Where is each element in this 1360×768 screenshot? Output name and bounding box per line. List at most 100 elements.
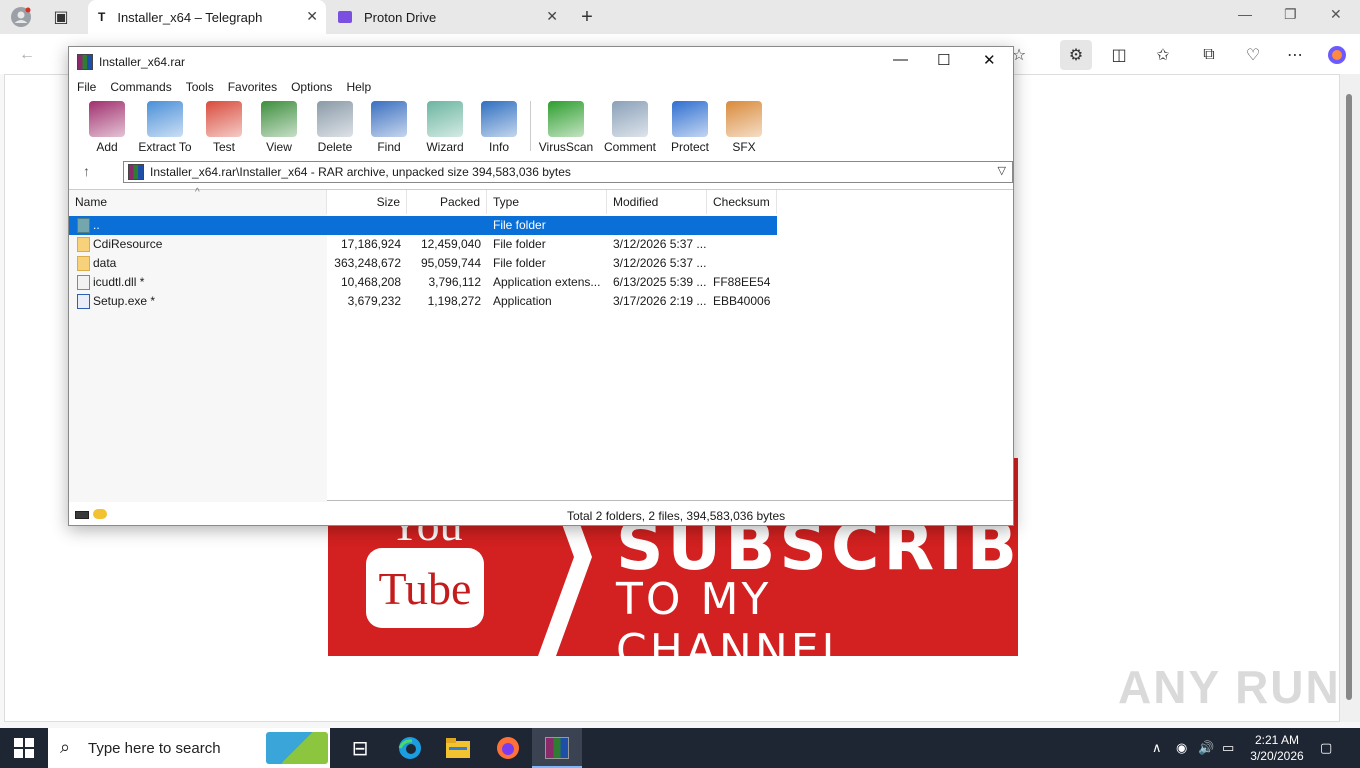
notification-icon[interactable]: ▢ xyxy=(1320,740,1332,756)
winrar-titlebar[interactable]: Installer_x64.rar — ☐ ✕ xyxy=(69,47,1013,77)
tab-title: Installer_x64 – Telegraph xyxy=(117,9,263,25)
column-header-type[interactable]: Type xyxy=(487,190,607,214)
table-row[interactable]: CdiResource 17,186,924 12,459,040 File f… xyxy=(69,235,777,254)
tab-title: Proton Drive xyxy=(364,9,437,25)
column-header-size[interactable]: Size xyxy=(327,190,407,214)
column-header-modified[interactable]: Modified xyxy=(607,190,707,214)
firefox-icon[interactable] xyxy=(496,736,520,760)
tab-actions-icon[interactable]: ▣ xyxy=(50,6,72,28)
volume-icon[interactable]: 🔊 xyxy=(1198,740,1214,756)
column-header-name[interactable]: Name ^ xyxy=(69,187,327,214)
winrar-window: Installer_x64.rar — ☐ ✕ File Commands To… xyxy=(68,46,1014,526)
archive-path: Installer_x64.rar\Installer_x64 - RAR ar… xyxy=(150,165,571,179)
test-button[interactable]: Test xyxy=(194,99,254,154)
close-icon[interactable]: ✕ xyxy=(306,8,318,25)
tab-telegraph[interactable]: T Installer_x64 – Telegraph ✕ xyxy=(88,0,326,34)
menubar: File Commands Tools Favorites Options He… xyxy=(69,77,1013,97)
add-icon xyxy=(89,101,125,137)
extract-to-button[interactable]: Extract To xyxy=(135,99,195,154)
chevron-down-icon[interactable]: ▽ xyxy=(998,164,1006,177)
view-button[interactable]: View xyxy=(249,99,309,154)
comment-button[interactable]: Comment xyxy=(600,99,660,154)
protect-icon xyxy=(672,101,708,137)
close-icon[interactable]: ✕ xyxy=(546,8,558,25)
menu-commands[interactable]: Commands xyxy=(110,80,171,94)
chevron-up-icon[interactable]: ∧ xyxy=(1152,740,1162,756)
banner-channel: TO MY CHANNEL xyxy=(616,574,850,656)
network-icon[interactable]: ▭ xyxy=(1222,740,1234,756)
menu-tools[interactable]: Tools xyxy=(186,80,214,94)
file-explorer-icon[interactable] xyxy=(446,736,470,760)
table-row[interactable]: data 363,248,672 95,059,744 File folder … xyxy=(69,254,777,273)
status-icons xyxy=(75,509,107,519)
windows-start-icon[interactable] xyxy=(14,738,34,758)
winrar-icon xyxy=(545,737,569,759)
taskbar-clock[interactable]: 2:21 AM 3/20/2026 xyxy=(1244,732,1310,764)
minimize-icon[interactable]: — xyxy=(893,51,908,68)
more-icon[interactable]: ⋯ xyxy=(1284,44,1306,66)
taskbar-search[interactable]: ⌕ Type here to search xyxy=(48,728,330,768)
winrar-icon xyxy=(128,164,144,180)
address-bar: ↑ Installer_x64.rar\Installer_x64 - RAR … xyxy=(69,159,1013,185)
proton-drive-icon xyxy=(338,11,352,23)
restore-icon[interactable]: ❐ xyxy=(1284,6,1297,23)
meet-now-icon[interactable]: ◉ xyxy=(1176,740,1187,756)
edge-icon[interactable] xyxy=(398,736,422,760)
close-icon[interactable]: ✕ xyxy=(1330,6,1342,23)
folder-up-icon xyxy=(77,218,90,233)
status-bar: Total 2 folders, 2 files, 394,583,036 by… xyxy=(69,505,1013,525)
up-arrow-icon[interactable]: ↑ xyxy=(83,163,90,179)
dll-file-icon xyxy=(77,275,90,290)
window-title: Installer_x64.rar xyxy=(99,55,186,69)
copilot-icon[interactable] xyxy=(1326,44,1348,66)
menu-file[interactable]: File xyxy=(77,80,96,94)
page-scrollbar[interactable] xyxy=(1340,74,1360,722)
table-row[interactable]: Setup.exe * 3,679,232 1,198,272 Applicat… xyxy=(69,292,777,311)
drive-icon[interactable] xyxy=(75,511,89,519)
wizard-icon xyxy=(427,101,463,137)
add-button[interactable]: Add xyxy=(77,99,137,154)
menu-favorites[interactable]: Favorites xyxy=(228,80,277,94)
new-tab-icon[interactable]: + xyxy=(576,6,598,28)
view-icon xyxy=(261,101,297,137)
table-row[interactable]: icudtl.dll * 10,468,208 3,796,112 Applic… xyxy=(69,273,777,292)
column-header-checksum[interactable]: Checksum xyxy=(707,190,777,214)
delete-button[interactable]: Delete xyxy=(305,99,365,154)
close-icon[interactable]: ✕ xyxy=(983,51,996,69)
search-highlight-icon xyxy=(266,732,328,764)
winrar-taskbar-button[interactable] xyxy=(532,728,582,768)
sfx-button[interactable]: SFX xyxy=(714,99,774,154)
favorites-icon[interactable]: ✩ xyxy=(1152,44,1174,66)
clock-date: 3/20/2026 xyxy=(1250,749,1304,763)
collections-icon[interactable]: ⧉ xyxy=(1198,44,1220,66)
search-icon: ⌕ xyxy=(60,737,71,757)
find-button[interactable]: Find xyxy=(359,99,419,154)
menu-options[interactable]: Options xyxy=(291,80,332,94)
extensions-icon[interactable]: ⚙ xyxy=(1060,40,1092,70)
archive-path-field[interactable]: Installer_x64.rar\Installer_x64 - RAR ar… xyxy=(123,161,1013,183)
column-header-packed[interactable]: Packed xyxy=(407,190,487,214)
table-row[interactable]: .. File folder xyxy=(69,216,777,235)
delete-icon xyxy=(317,101,353,137)
maximize-icon[interactable]: ☐ xyxy=(937,51,950,69)
performance-icon[interactable]: ♡ xyxy=(1242,44,1264,66)
sfx-icon xyxy=(726,101,762,137)
key-icon[interactable] xyxy=(93,509,107,519)
clock-time: 2:21 AM xyxy=(1254,733,1300,747)
split-screen-icon[interactable]: ◫ xyxy=(1108,44,1130,66)
back-icon[interactable]: ← xyxy=(16,44,38,66)
comment-icon xyxy=(612,101,648,137)
status-summary: Total 2 folders, 2 files, 394,583,036 by… xyxy=(567,509,786,523)
info-button[interactable]: Info xyxy=(469,99,529,154)
telegraph-icon: T xyxy=(98,10,106,24)
protect-button[interactable]: Protect xyxy=(660,99,720,154)
scrollbar-thumb[interactable] xyxy=(1346,94,1352,700)
tab-proton-drive[interactable]: Proton Drive ✕ xyxy=(328,0,566,34)
virusscan-button[interactable]: VirusScan xyxy=(536,99,596,154)
task-view-icon[interactable]: ⊟ xyxy=(348,736,372,760)
winrar-icon xyxy=(77,54,93,70)
minimize-icon[interactable]: — xyxy=(1238,6,1252,22)
profile-icon[interactable] xyxy=(10,6,32,28)
wizard-button[interactable]: Wizard xyxy=(415,99,475,154)
menu-help[interactable]: Help xyxy=(346,80,371,94)
